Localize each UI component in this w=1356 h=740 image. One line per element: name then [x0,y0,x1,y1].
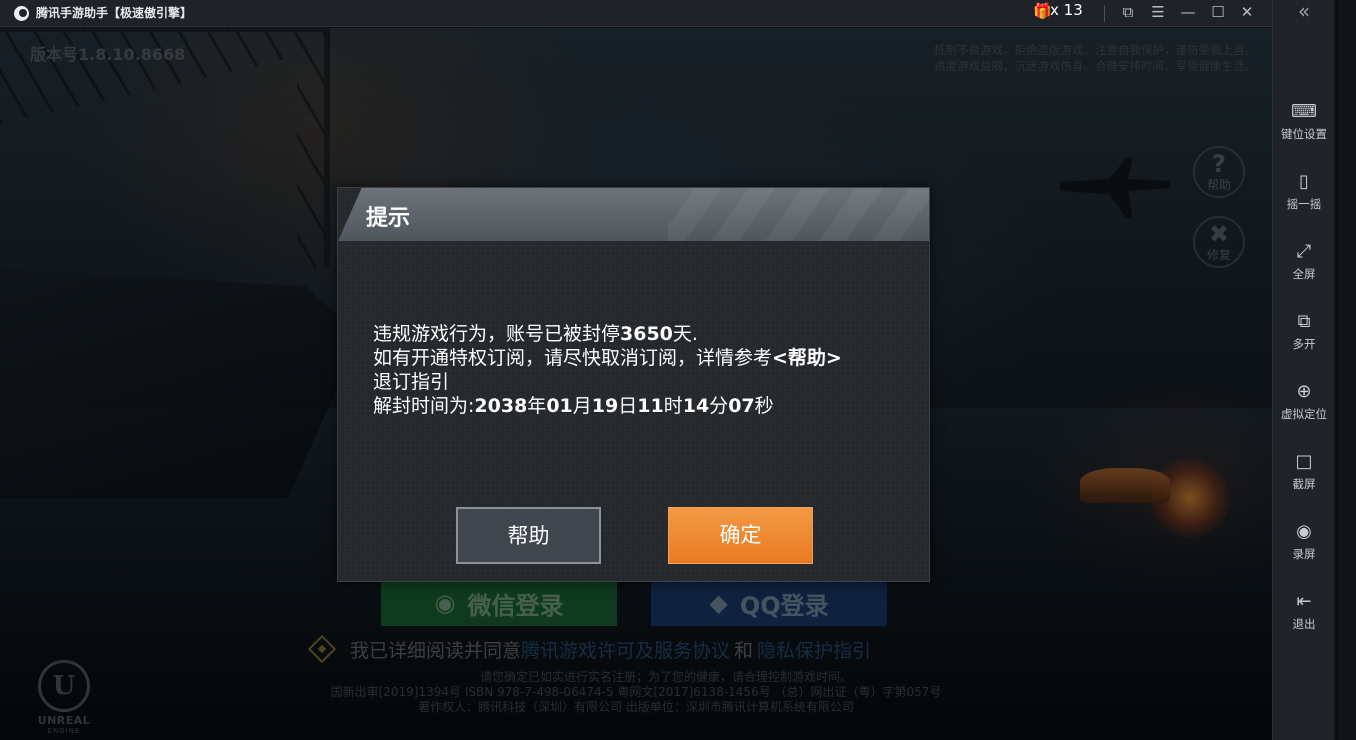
sidebar-item-fullscreen[interactable]: ⤢ 全屏 [1273,240,1335,282]
double-chevron-left-icon[interactable]: « [1273,0,1335,22]
sidebar-item-keymapping[interactable]: ⌨ 键位设置 [1273,100,1335,142]
ban-message-line1: 违规游戏行为，账号已被封停3650天. [373,323,698,345]
ban-message-line3: 退订指引 [373,371,450,393]
shake-phone-icon: ▯ [1299,171,1309,192]
title-bar: 腾讯手游助手【极速傲引擎】 🎁 x 13 ⧉ ☰ — ☐ ✕ [0,0,1272,27]
sidebar-item-record[interactable]: ◉ 录屏 [1273,520,1335,562]
sidebar-item-exit[interactable]: ⇤ 退出 [1273,590,1335,632]
record-icon: ◉ [1296,521,1312,542]
sidebar-item-shake[interactable]: ▯ 摇一摇 [1273,170,1335,212]
menu-icon[interactable]: ☰ [1148,2,1168,22]
fullscreen-icon: ⤢ [1296,241,1312,262]
restore-icon[interactable]: ⧉ [1118,2,1138,22]
screenshot-icon: □ [1295,451,1313,472]
confirm-button[interactable]: 确定 [668,507,813,564]
tool-sidebar: « ⌨ 键位设置 ▯ 摇一摇 ⤢ 全屏 ⧉ 多开 ⊕ 虚拟定位 □ 截屏 ◉ 录… [1272,0,1334,740]
dialog-title: 提示 [366,206,411,231]
close-icon[interactable]: ✕ [1237,2,1257,22]
gift-icon[interactable]: 🎁 [1033,2,1052,20]
ban-notice-dialog: 提示 违规游戏行为，账号已被封停3650天. 如有开通特权订阅，请尽快取消订阅，… [337,187,930,582]
window-title: 腾讯手游助手【极速傲引擎】 [36,6,193,20]
help-button[interactable]: 帮助 [456,507,601,564]
sidebar-item-screenshot[interactable]: □ 截屏 [1273,450,1335,492]
help-reference: <帮助> [772,347,842,369]
ban-days: 3650 [620,323,673,345]
ban-message-line2: 如有开通特权订阅，请尽快取消订阅，详情参考<帮助> [373,347,842,369]
dialog-header [338,188,929,241]
multi-window-icon: ⧉ [1297,311,1311,332]
app-window: 腾讯手游助手【极速傲引擎】 🎁 x 13 ⧉ ☰ — ☐ ✕ 版本号1.8.10… [0,0,1356,740]
app-logo-icon [14,6,29,21]
exit-icon: ⇤ [1296,591,1312,612]
keyboard-icon: ⌨ [1291,101,1317,122]
maximize-icon[interactable]: ☐ [1208,2,1228,22]
unban-time: 解封时间为:2038年01月19日11时14分07秒 [373,395,774,417]
titlebar-divider [1104,5,1105,22]
window-edge [1334,0,1356,740]
gift-count[interactable]: x 13 [1050,1,1083,19]
location-target-icon: ⊕ [1296,381,1312,402]
minimize-icon[interactable]: — [1178,2,1198,22]
sidebar-item-multi-instance[interactable]: ⧉ 多开 [1273,310,1335,352]
dialog-message: 违规游戏行为，账号已被封停3650天. 如有开通特权订阅，请尽快取消订阅，详情参… [373,322,913,418]
sidebar-item-virtual-location[interactable]: ⊕ 虚拟定位 [1273,380,1335,422]
